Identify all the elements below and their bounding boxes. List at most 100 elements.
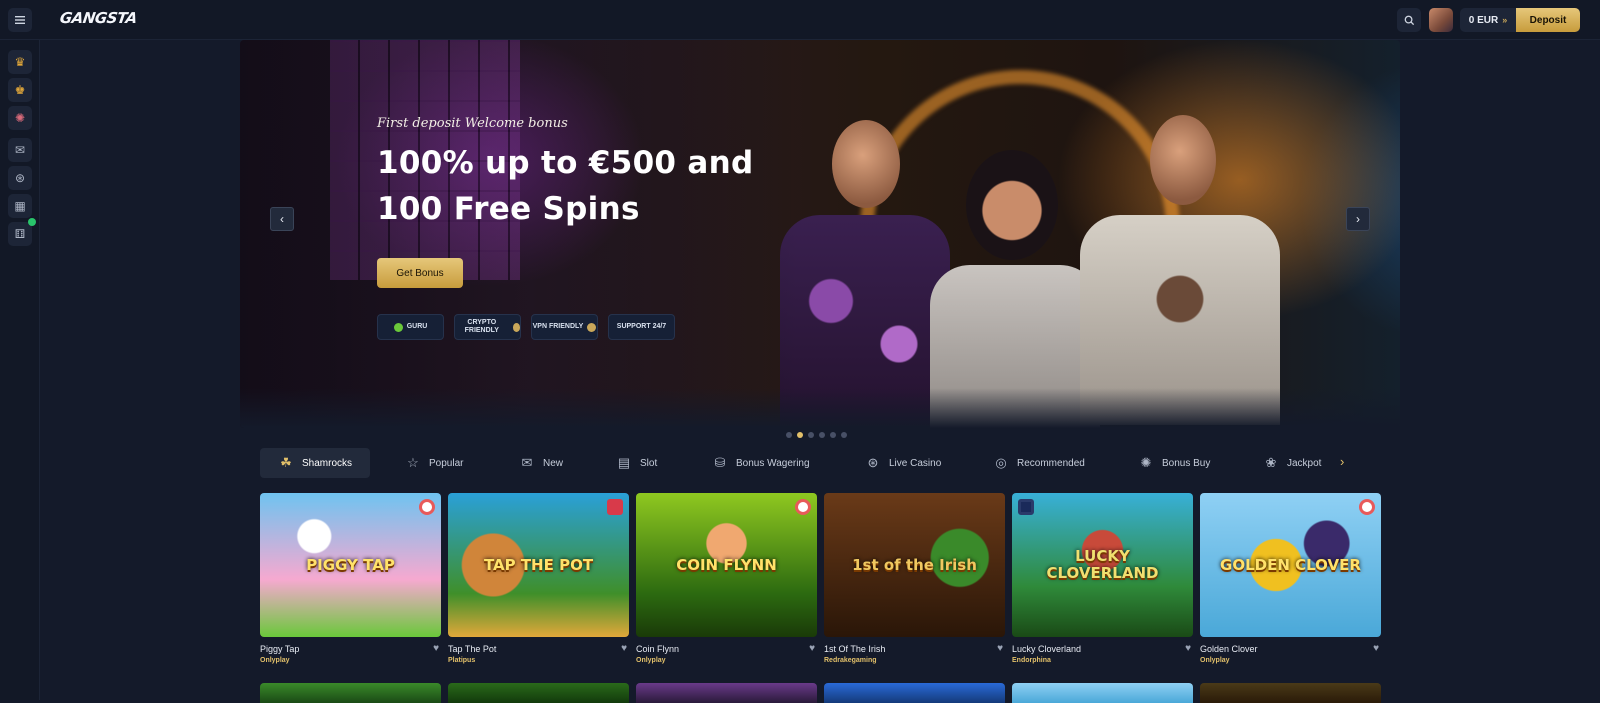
game-card-partial[interactable] xyxy=(636,683,817,703)
game-thumbnail[interactable]: LUCKY CLOVERLAND xyxy=(1012,493,1193,637)
game-thumbnail[interactable]: PIGGY TAP xyxy=(260,493,441,637)
balance-value: 0 EUR xyxy=(1468,14,1499,26)
game-thumbnail[interactable]: COIN FLYNN xyxy=(636,493,817,637)
sidebar-item-gifts[interactable]: ⚅ xyxy=(8,218,36,246)
menu-button[interactable] xyxy=(8,8,32,32)
tabs-next-button[interactable]: › xyxy=(1340,454,1344,469)
provider-logo-icon xyxy=(1359,499,1375,515)
game-card-golden-clover[interactable]: GOLDEN CLOVER Golden Clover Onlyplay ♥ xyxy=(1200,493,1381,703)
hero-subtitle: First deposit Welcome bonus xyxy=(377,116,568,131)
tab-jackpot[interactable]: ❀ Jackpot xyxy=(1263,448,1322,478)
game-card-lucky-cloverland[interactable]: LUCKY CLOVERLAND Lucky Cloverland Endorp… xyxy=(1012,493,1193,703)
game-provider: Redrakegaming xyxy=(824,657,877,664)
hero-prev-button[interactable]: ‹ xyxy=(270,207,294,231)
chevron-down-icon: » xyxy=(1502,15,1508,25)
sidebar-item-casino[interactable]: ⊛ xyxy=(8,166,32,190)
game-provider: Endorphina xyxy=(1012,657,1051,664)
chevron-left-icon: ‹ xyxy=(280,212,284,226)
guru-icon xyxy=(393,322,403,332)
game-card-1st-of-the-irish[interactable]: 1st of the Irish 1st Of The Irish Redrak… xyxy=(824,493,1005,703)
hamburger-icon xyxy=(15,16,25,24)
pagination-dot[interactable] xyxy=(786,432,792,438)
game-title: Piggy Tap xyxy=(260,644,300,654)
crown-icon: ♛ xyxy=(14,55,26,69)
sidebar-item-store[interactable]: ▦ xyxy=(8,194,32,218)
star-icon: ☆ xyxy=(407,455,419,470)
crypto-icon xyxy=(512,322,520,332)
game-thumbnail[interactable]: 1st of the Irish xyxy=(824,493,1005,637)
game-provider: Onlyplay xyxy=(1200,657,1230,664)
notification-badge xyxy=(28,218,36,226)
shield-icon xyxy=(587,322,597,332)
deposit-button[interactable]: Deposit xyxy=(1516,8,1580,32)
hero-badges: Guru Crypto Friendly VPN Friendly Suppor… xyxy=(377,314,675,340)
game-thumbnail[interactable]: TAP THE POT xyxy=(448,493,629,637)
search-button[interactable] xyxy=(1397,8,1421,32)
game-title: 1st Of The Irish xyxy=(824,644,886,654)
game-title: Golden Clover xyxy=(1200,644,1258,654)
game-card-partial[interactable] xyxy=(1012,683,1193,703)
pagination-dot[interactable] xyxy=(808,432,814,438)
badge-guru: Guru xyxy=(377,314,444,340)
tab-bonus-wagering[interactable]: ⛁ Bonus Wagering xyxy=(712,448,810,478)
live-casino-icon: ⊛ xyxy=(867,455,879,470)
game-card-coin-flynn[interactable]: COIN FLYNN Coin Flynn Onlyplay ♥ xyxy=(636,493,817,703)
sidebar: ♛ ♚ ✺ ✉ ⊛ ▦ ⚅ xyxy=(0,40,40,700)
tab-shamrocks[interactable]: ☘ Shamrocks xyxy=(260,448,371,478)
hero-pagination xyxy=(786,432,847,438)
jackpot-icon: ❀ xyxy=(1265,455,1277,470)
chevron-right-icon: › xyxy=(1340,454,1345,469)
game-card-partial[interactable] xyxy=(824,683,1005,703)
provider-logo-icon xyxy=(795,499,811,515)
game-title: Lucky Cloverland xyxy=(1012,644,1082,654)
balance-dropdown[interactable]: 0 EUR » xyxy=(1460,8,1516,32)
game-card-tap-the-pot[interactable]: TAP THE POT Tap The Pot Platipus ♥ xyxy=(448,493,629,703)
pagination-dot[interactable] xyxy=(830,432,836,438)
tab-live-casino[interactable]: ⊛ Live Casino xyxy=(865,448,942,478)
game-card-partial[interactable] xyxy=(1200,683,1381,703)
tab-slot[interactable]: ▤ Slot xyxy=(616,448,657,478)
bonus-wagering-icon: ⛁ xyxy=(714,455,726,470)
favorite-heart-icon[interactable]: ♥ xyxy=(621,643,627,654)
trophy-icon: ♚ xyxy=(14,83,26,97)
game-thumbnail[interactable]: GOLDEN CLOVER xyxy=(1200,493,1381,637)
recommended-icon: ◎ xyxy=(995,455,1007,470)
bonus-buy-icon: ✺ xyxy=(1140,455,1152,470)
favorite-heart-icon[interactable]: ♥ xyxy=(809,643,815,654)
favorite-heart-icon[interactable]: ♥ xyxy=(1373,643,1379,654)
provider-logo-icon xyxy=(1018,499,1034,515)
pagination-dot[interactable] xyxy=(819,432,825,438)
sidebar-item-wheel[interactable]: ✺ xyxy=(8,106,32,130)
sidebar-item-promotions[interactable]: ✉ xyxy=(8,138,32,162)
chevron-right-icon: › xyxy=(1356,212,1360,226)
tab-bonus-buy[interactable]: ✺ Bonus Buy xyxy=(1138,448,1211,478)
pagination-dot-active[interactable] xyxy=(797,432,803,438)
badge-crypto-friendly: Crypto Friendly xyxy=(454,314,521,340)
game-card-partial[interactable] xyxy=(260,683,441,703)
game-title: Coin Flynn xyxy=(636,644,680,654)
pagination-dot[interactable] xyxy=(841,432,847,438)
slot-machine-icon: ▤ xyxy=(617,455,631,470)
ticket-icon: ✉ xyxy=(14,143,26,157)
game-card-piggy-tap[interactable]: PIGGY TAP Piggy Tap Onlyplay ♥ xyxy=(260,493,441,703)
logo[interactable]: GANGSTA xyxy=(59,9,138,27)
favorite-heart-icon[interactable]: ♥ xyxy=(433,643,439,654)
game-provider: Onlyplay xyxy=(260,657,290,664)
avatar[interactable] xyxy=(1429,8,1453,32)
search-icon xyxy=(1404,15,1414,25)
game-provider: Platipus xyxy=(448,657,476,664)
shamrock-icon: ☘ xyxy=(280,455,292,470)
hero-next-button[interactable]: › xyxy=(1346,207,1370,231)
sidebar-item-vip[interactable]: ♛ xyxy=(8,50,32,74)
provider-logo-icon xyxy=(419,499,435,515)
hero-banner[interactable]: First deposit Welcome bonus 100% up to €… xyxy=(240,40,1400,428)
game-card-partial[interactable] xyxy=(448,683,629,703)
get-bonus-button[interactable]: Get Bonus xyxy=(377,258,463,288)
badge-support: Support 24/7 xyxy=(608,314,675,340)
favorite-heart-icon[interactable]: ♥ xyxy=(997,643,1003,654)
tab-new[interactable]: ✉ New xyxy=(519,448,563,478)
tab-recommended[interactable]: ◎ Recommended xyxy=(993,448,1084,478)
tab-popular[interactable]: ☆ Popular xyxy=(405,448,463,478)
favorite-heart-icon[interactable]: ♥ xyxy=(1185,643,1191,654)
sidebar-item-tournaments[interactable]: ♚ xyxy=(8,78,32,102)
